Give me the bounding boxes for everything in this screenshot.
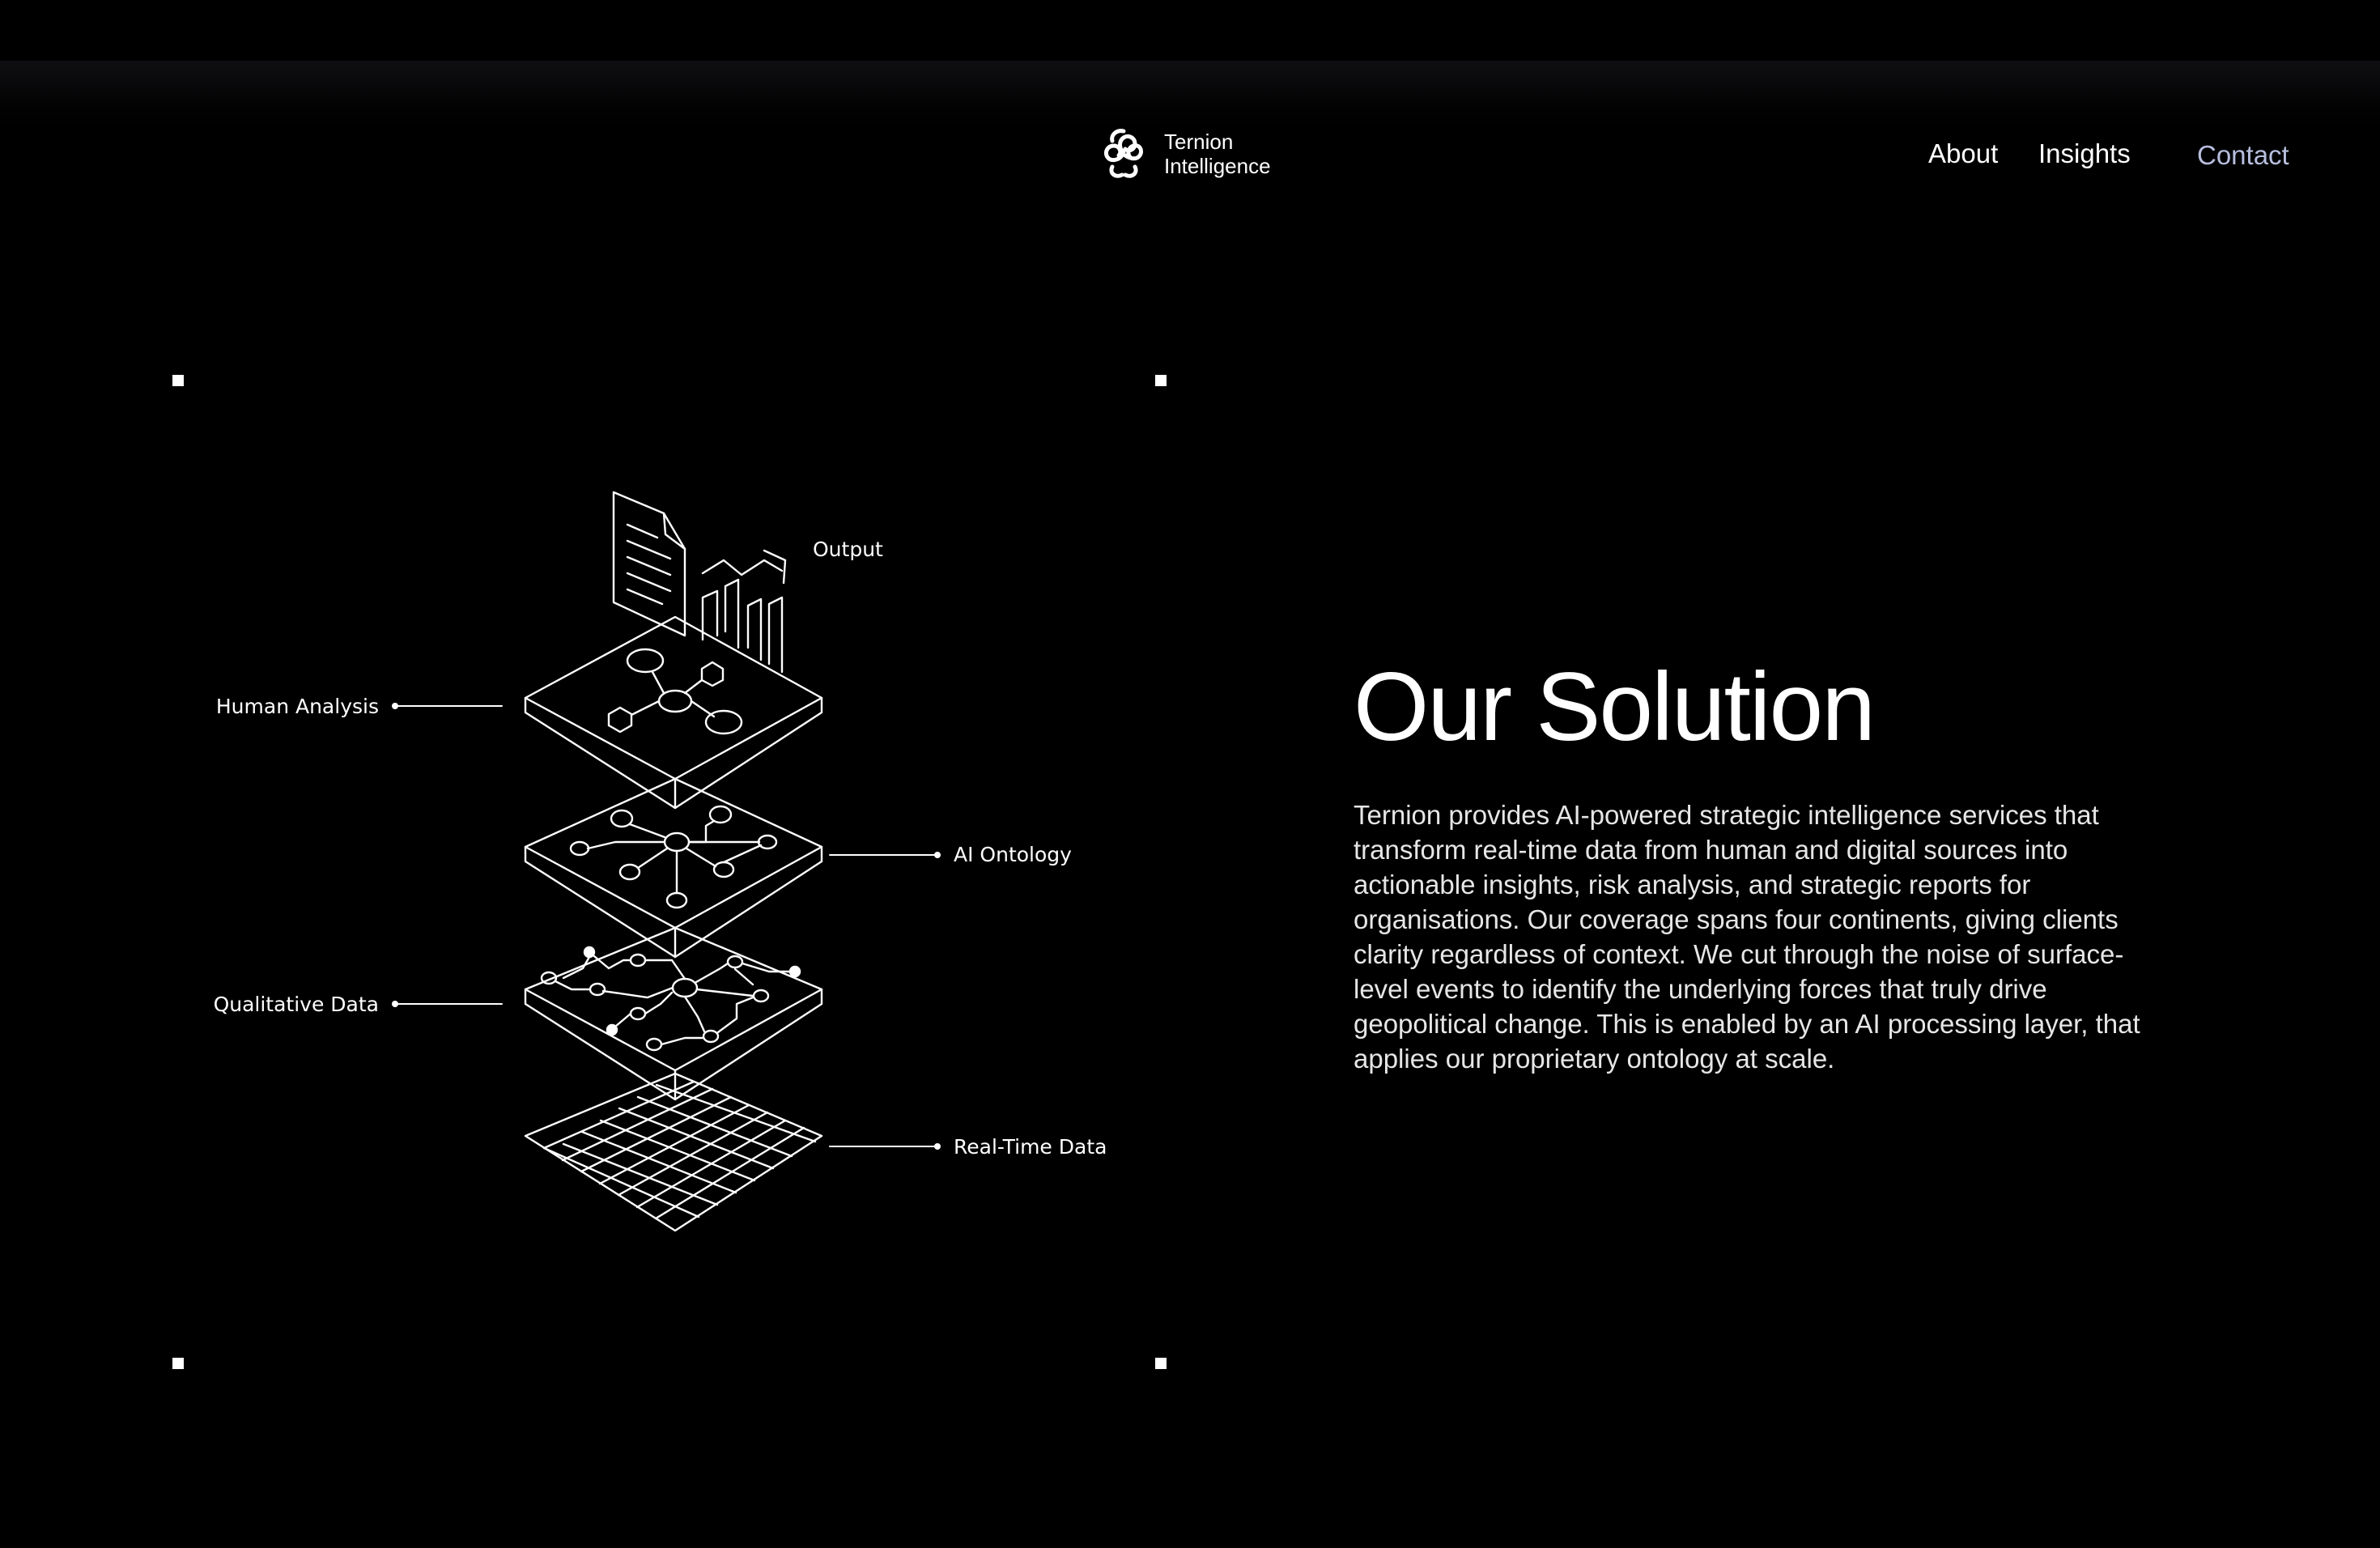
corner-marker-top-right <box>1155 375 1167 386</box>
corner-marker-bottom-left <box>172 1358 184 1369</box>
corner-marker-bottom-right <box>1155 1358 1167 1369</box>
layer-real-time-data <box>524 1072 823 1232</box>
nav-link-insights[interactable]: Insights <box>2038 136 2131 172</box>
layer-ai-ontology <box>524 777 823 959</box>
diagram-label-ai-ontology: AI Ontology <box>954 843 1072 866</box>
corner-marker-top-left <box>172 375 184 386</box>
diagram-label-output: Output <box>813 538 883 561</box>
main-nav: About Insights Contact <box>0 136 2380 176</box>
section-title: Our Solution <box>1354 653 1876 761</box>
bar-chart-icon <box>701 549 787 674</box>
diagram-label-qualitative-data: Qualitative Data <box>214 993 379 1016</box>
nav-link-contact[interactable]: Contact <box>2197 138 2289 173</box>
solution-layers-diagram: Output Human Analysis AI Ontology Qualit… <box>214 491 1107 1232</box>
diagram-label-real-time-data: Real-Time Data <box>954 1135 1107 1159</box>
diagram-leader-lines <box>394 705 938 1147</box>
section-body-text: Ternion provides AI-powered strategic in… <box>1354 800 2140 1074</box>
document-icon <box>612 491 686 637</box>
diagram-label-human-analysis: Human Analysis <box>216 695 379 718</box>
nav-link-about[interactable]: About <box>1928 136 1998 172</box>
header-background <box>0 61 2380 130</box>
